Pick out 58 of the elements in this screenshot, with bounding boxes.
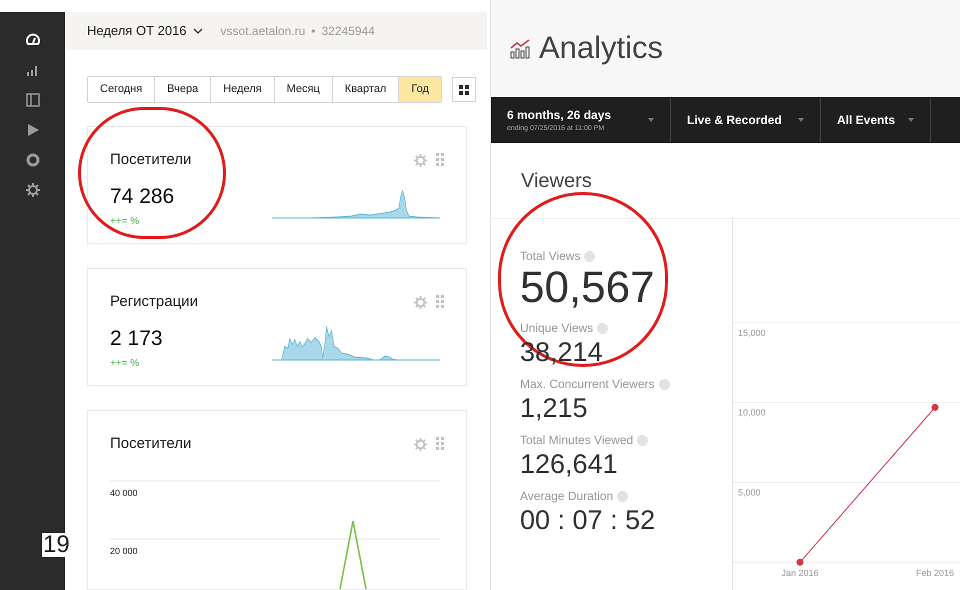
grid-icon bbox=[458, 84, 469, 94]
grid-view-button[interactable] bbox=[452, 77, 476, 102]
chevron-down-icon bbox=[192, 28, 203, 34]
stat-label: Average Duration bbox=[520, 488, 614, 505]
stat-label: Unique Views bbox=[520, 320, 594, 337]
caret-icon bbox=[908, 118, 914, 122]
site-url: vssot.aetalon.ru bbox=[220, 23, 306, 40]
caret-icon bbox=[798, 118, 804, 122]
stat-label: Max. Concurrent Viewers bbox=[520, 376, 654, 393]
change-percent: ++= % bbox=[110, 215, 140, 229]
filter-dropdown[interactable]: All Events bbox=[821, 97, 931, 143]
counter-id: 32245944 bbox=[321, 23, 375, 40]
settings-icon[interactable] bbox=[24, 182, 40, 198]
widget-title: Посетители bbox=[110, 434, 192, 454]
counter-dropdown[interactable]: Неделя ОТ 2016 bbox=[87, 21, 203, 41]
axis-tick-label: 5,000 bbox=[738, 487, 761, 498]
line-chart-drawing bbox=[339, 520, 367, 589]
filter-dropdown[interactable]: Live & Recorded bbox=[671, 97, 821, 143]
axis-label: 40 000 bbox=[110, 488, 138, 498]
help-icon[interactable] bbox=[584, 250, 596, 262]
stat-label: Total Views bbox=[520, 248, 580, 265]
stat-value: 126,641 bbox=[520, 449, 619, 479]
help-icon[interactable] bbox=[658, 378, 670, 390]
widget-title: Посетители bbox=[110, 150, 192, 170]
widget-title: Регистрации bbox=[110, 292, 198, 312]
drag-handle-icon[interactable] bbox=[436, 295, 444, 310]
axis-tick-label: 10,000 bbox=[738, 408, 766, 418]
data-point bbox=[796, 558, 804, 566]
filter-label: Live & Recorded bbox=[687, 112, 782, 129]
help-icon[interactable] bbox=[597, 322, 608, 334]
stat-value: 00 : 07 : 52 bbox=[520, 505, 656, 535]
help-icon[interactable] bbox=[637, 434, 648, 446]
drag-handle-icon[interactable] bbox=[436, 437, 444, 452]
change-percent: ++= % bbox=[110, 357, 140, 371]
circle-icon[interactable] bbox=[24, 152, 40, 168]
axis-tick-label: 15,000 bbox=[738, 328, 766, 338]
panel-icon[interactable] bbox=[24, 92, 40, 108]
drag-handle-icon[interactable] bbox=[436, 153, 444, 168]
gauge-icon[interactable] bbox=[24, 32, 40, 48]
section-title: Viewers bbox=[521, 168, 592, 194]
slide-number: 19 bbox=[42, 533, 71, 557]
help-icon[interactable] bbox=[617, 490, 628, 502]
analytics-chart-icon bbox=[509, 38, 531, 58]
widget-value: 2 173 bbox=[110, 326, 163, 352]
axis-tick-label: Jan 2016 bbox=[781, 568, 819, 578]
stat-value: 1,215 bbox=[520, 393, 589, 423]
period-tab[interactable]: Год bbox=[398, 77, 441, 102]
axis-label: 20 000 bbox=[110, 546, 138, 556]
stat-value: 50,567 bbox=[520, 265, 656, 311]
caret-icon bbox=[648, 118, 654, 122]
filter-label: 6 months, 26 days bbox=[507, 106, 612, 124]
widget-value: 74 286 bbox=[110, 184, 174, 210]
filter-label: All Events bbox=[837, 112, 896, 129]
stat-label: Total Minutes Viewed bbox=[520, 432, 634, 449]
data-point bbox=[932, 404, 938, 411]
separator: • bbox=[311, 23, 316, 40]
app-title: Analytics bbox=[539, 29, 664, 68]
axis-tick-label: Feb 2016 bbox=[916, 568, 954, 578]
